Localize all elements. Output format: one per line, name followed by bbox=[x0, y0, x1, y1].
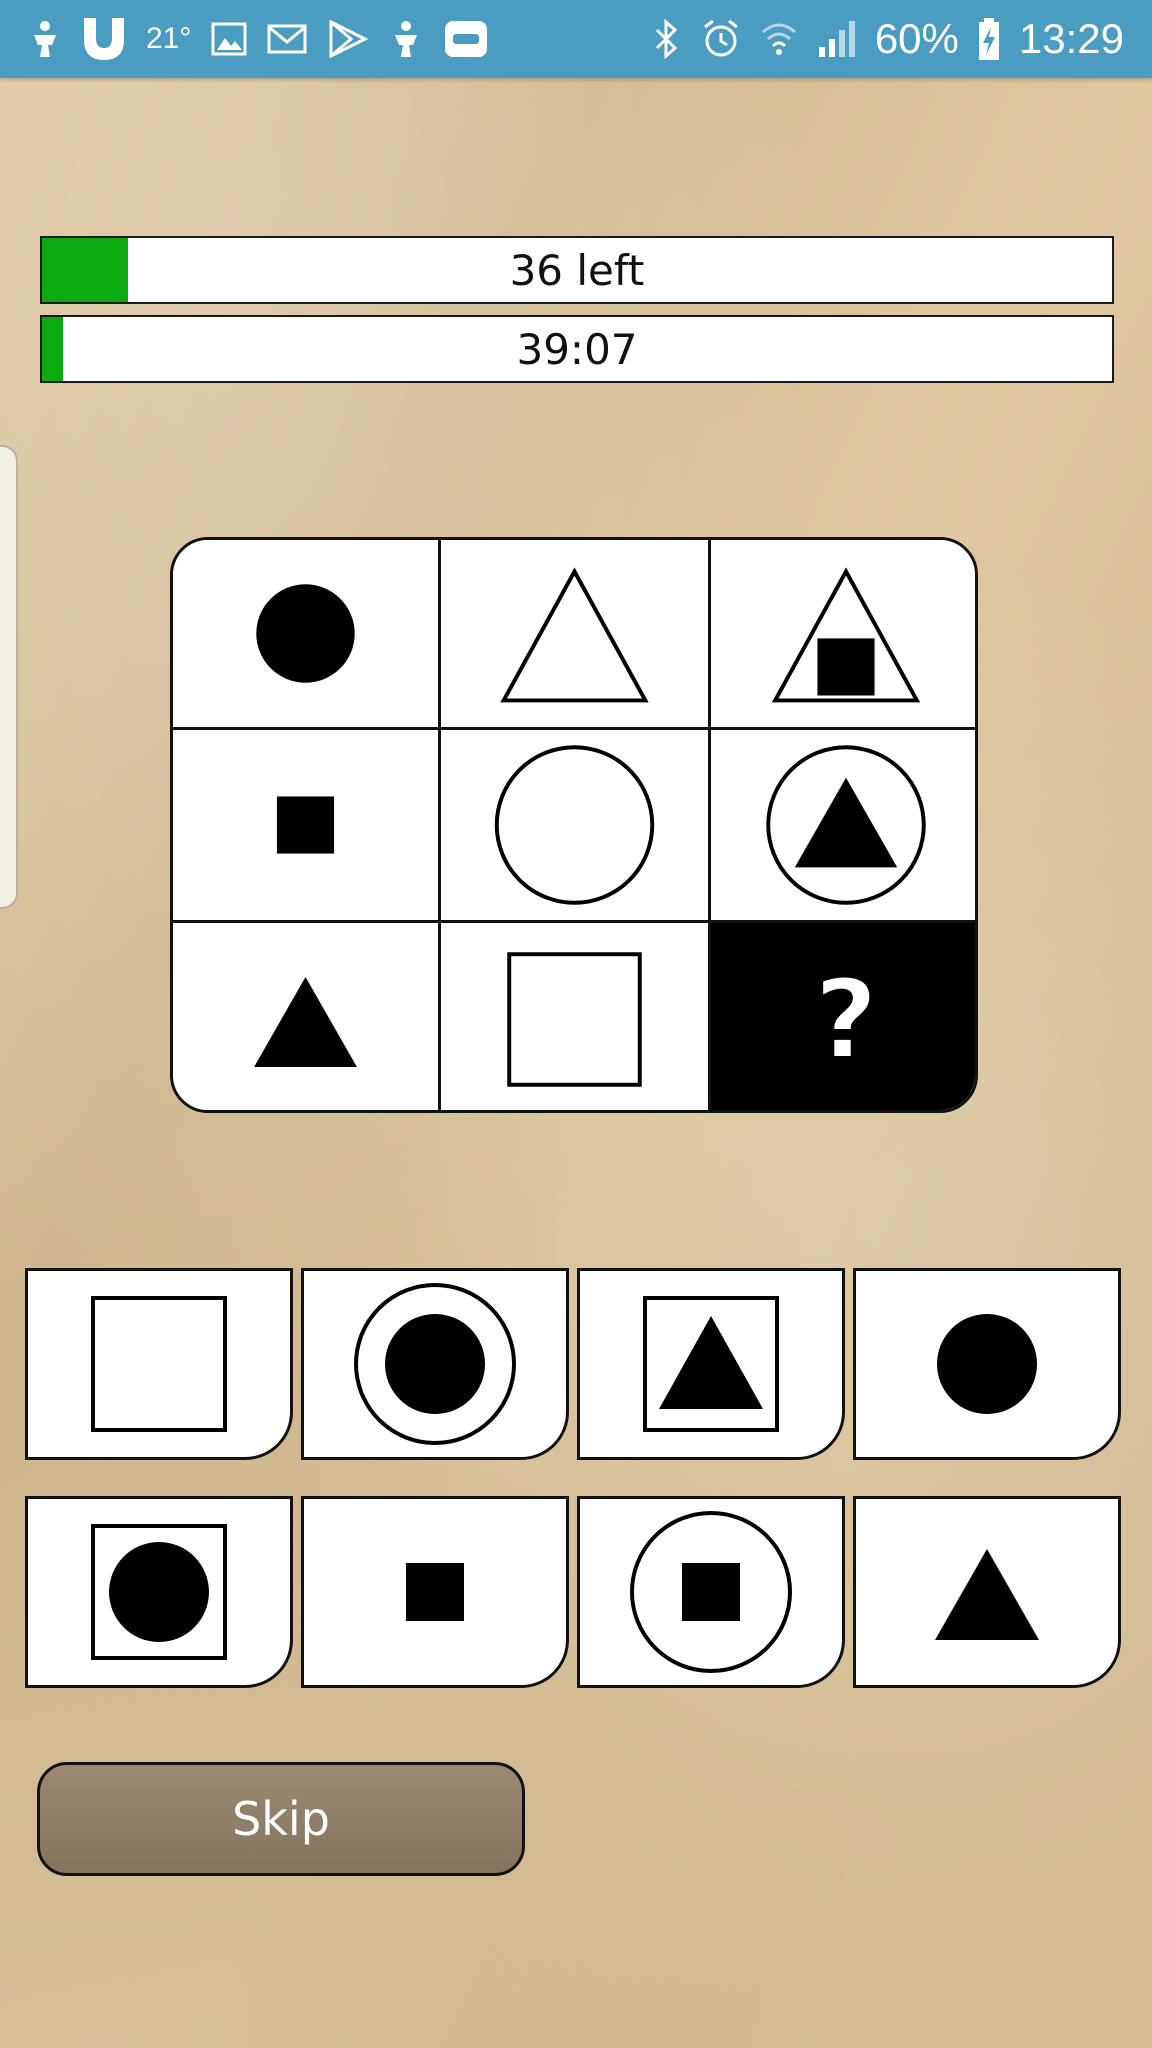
filled-circle-shape bbox=[937, 1314, 1037, 1414]
puzzle-cell bbox=[173, 730, 441, 923]
alarm-icon bbox=[701, 19, 741, 59]
puzzle-missing-cell: ? bbox=[711, 923, 975, 1110]
puzzle-cell bbox=[173, 923, 441, 1110]
outline-square-shape bbox=[91, 1296, 227, 1432]
filled-circle-shape bbox=[256, 584, 355, 683]
battery-percent: 60% bbox=[874, 15, 959, 62]
answer-option[interactable] bbox=[25, 1268, 293, 1460]
answer-option[interactable] bbox=[25, 1496, 293, 1688]
outline-circle-with-filled-square-shape bbox=[630, 1511, 792, 1673]
answer-option[interactable] bbox=[301, 1268, 569, 1460]
outline-triangle-with-filled-square-shape bbox=[771, 567, 921, 703]
answer-option[interactable] bbox=[577, 1268, 845, 1460]
outline-circle-with-filled-circle-shape bbox=[354, 1283, 516, 1445]
timer-label: 39:07 bbox=[516, 324, 638, 374]
answer-option[interactable] bbox=[853, 1496, 1121, 1688]
answer-option[interactable] bbox=[853, 1268, 1121, 1460]
outline-square-with-filled-circle-shape bbox=[91, 1524, 227, 1660]
questions-remaining-bar: 36 left bbox=[40, 236, 1114, 304]
u-badge-icon bbox=[82, 16, 126, 62]
puzzle-cell bbox=[441, 540, 711, 730]
status-bar: 21° 60% 13:29 bbox=[0, 0, 1152, 78]
outline-circle-with-filled-triangle-shape bbox=[766, 745, 926, 905]
svg-text:?: ? bbox=[814, 956, 878, 1084]
status-bar-system: 60% 13:29 bbox=[651, 0, 1124, 78]
side-drawer-handle[interactable] bbox=[0, 445, 18, 909]
battery-charging-icon bbox=[977, 17, 1001, 61]
image-icon bbox=[211, 22, 247, 56]
answer-option[interactable] bbox=[577, 1496, 845, 1688]
puzzle-matrix: ? bbox=[170, 537, 978, 1113]
puzzle-cell bbox=[441, 730, 711, 923]
usb-icon bbox=[389, 19, 423, 59]
filled-triangle-shape bbox=[254, 976, 357, 1067]
outline-square-with-filled-triangle-shape bbox=[643, 1296, 779, 1432]
timer-bar: 39:07 bbox=[40, 315, 1114, 383]
record-icon bbox=[443, 19, 489, 59]
usb-icon bbox=[28, 19, 62, 59]
status-bar-notifications: 21° bbox=[28, 0, 489, 78]
temperature-text: 21° bbox=[146, 22, 192, 55]
mail-icon bbox=[267, 24, 307, 54]
questions-remaining-label: 36 left bbox=[509, 245, 645, 295]
small-filled-square-shape bbox=[406, 1563, 464, 1621]
signal-icon bbox=[817, 19, 857, 59]
filled-triangle-shape bbox=[935, 1549, 1039, 1640]
wifi-icon bbox=[759, 20, 799, 58]
small-filled-square-shape bbox=[276, 796, 335, 854]
puzzle-cell bbox=[711, 730, 975, 923]
skip-button[interactable]: Skip bbox=[37, 1762, 525, 1876]
question-mark-shape: ? bbox=[813, 954, 880, 1085]
puzzle-cell bbox=[173, 540, 441, 730]
play-store-icon bbox=[327, 20, 369, 58]
clock-time: 13:29 bbox=[1018, 15, 1124, 62]
outline-circle-shape bbox=[494, 745, 655, 905]
puzzle-cell bbox=[711, 540, 975, 730]
answer-option[interactable] bbox=[301, 1496, 569, 1688]
skip-button-label: Skip bbox=[232, 1792, 330, 1846]
outline-triangle-shape bbox=[500, 567, 649, 703]
puzzle-cell bbox=[441, 923, 711, 1110]
outline-square-shape bbox=[507, 952, 642, 1087]
bluetooth-icon bbox=[651, 18, 683, 60]
